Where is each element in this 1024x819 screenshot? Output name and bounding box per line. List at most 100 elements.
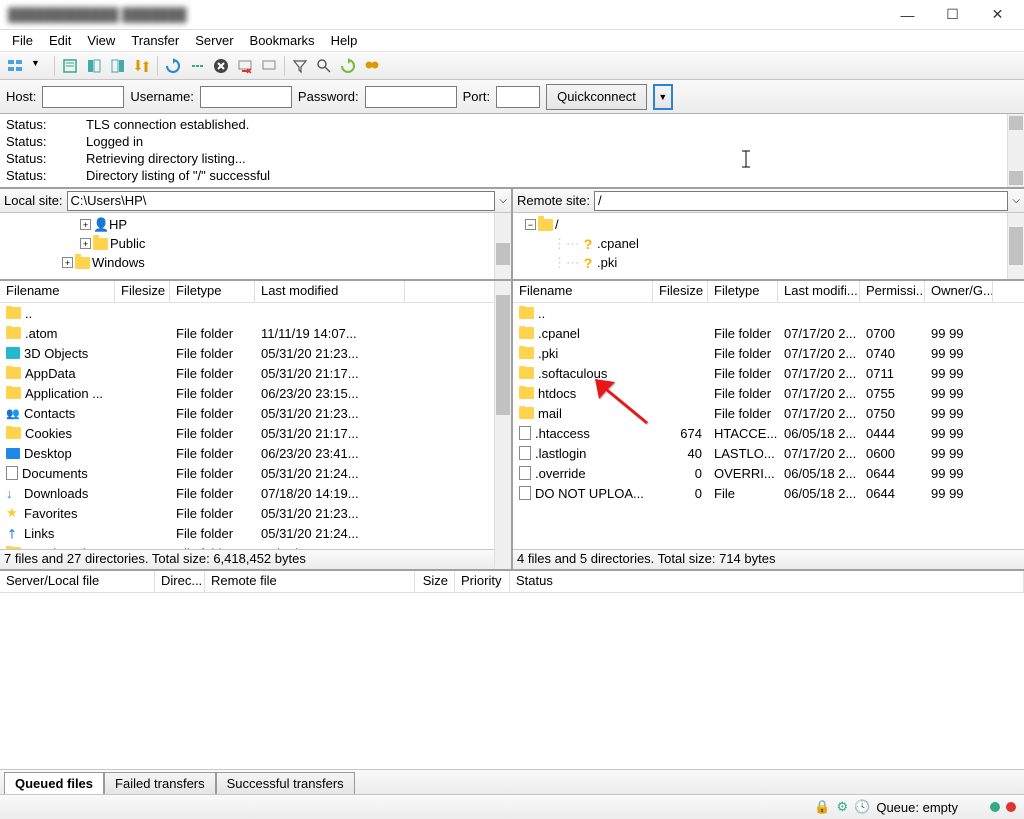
list-item[interactable]: .. [513, 303, 1024, 323]
list-item[interactable]: mailFile folder07/17/20 2...075099 99 [513, 403, 1024, 423]
find-icon[interactable] [361, 55, 383, 77]
queue-status: Queue: empty [876, 800, 958, 815]
toggle-queue-icon[interactable] [131, 55, 153, 77]
close-button[interactable]: ✕ [975, 1, 1020, 29]
log-line: Status:Directory listing of "/" successf… [6, 167, 1001, 184]
gear-icon[interactable]: ⚙ [837, 799, 849, 815]
port-input[interactable] [496, 86, 540, 108]
message-log: Status:TLS connection established.Status… [0, 114, 1024, 189]
local-status-line: 7 files and 27 directories. Total size: … [0, 549, 494, 569]
menu-bar: File Edit View Transfer Server Bookmarks… [0, 30, 1024, 52]
lock-icon[interactable]: 🔒 [814, 799, 830, 815]
local-path-input[interactable] [67, 191, 496, 211]
compare-icon[interactable] [337, 55, 359, 77]
log-line: Status:Retrieving directory listing... [6, 150, 1001, 167]
menu-file[interactable]: File [4, 31, 41, 50]
search-icon[interactable] [313, 55, 335, 77]
list-item[interactable]: ↗LinksFile folder05/31/20 21:24... [0, 523, 494, 543]
cancel-icon[interactable] [210, 55, 232, 77]
local-pane: Local site: ⌵ + 👤 HP+ Public+ Windows Fi… [0, 189, 513, 569]
toolbar: ▼ [0, 52, 1024, 80]
tree-item[interactable]: + 👤 HP [2, 215, 494, 234]
local-site-label: Local site: [4, 193, 63, 208]
password-input[interactable] [365, 86, 457, 108]
title-bar: ████████████ ███████ — ☐ ✕ [0, 0, 1024, 30]
tab-successful-transfers[interactable]: Successful transfers [216, 772, 355, 794]
password-label: Password: [298, 89, 359, 104]
list-item[interactable]: DO NOT UPLOA...0File06/05/18 2...064499 … [513, 483, 1024, 503]
username-label: Username: [130, 89, 194, 104]
maximize-button[interactable]: ☐ [930, 1, 975, 29]
minimize-button[interactable]: — [885, 1, 930, 29]
process-queue-icon[interactable] [186, 55, 208, 77]
list-item[interactable]: CookiesFile folder05/31/20 21:17... [0, 423, 494, 443]
toggle-remote-tree-icon[interactable] [107, 55, 129, 77]
list-item[interactable]: .softaculousFile folder07/17/20 2...0711… [513, 363, 1024, 383]
username-input[interactable] [200, 86, 292, 108]
remote-pane: Remote site: ⌵ − /⋮⋯ ? .cpanel⋮⋯ ? .pki … [513, 189, 1024, 569]
toggle-local-tree-icon[interactable] [83, 55, 105, 77]
local-tree[interactable]: + 👤 HP+ Public+ Windows [0, 213, 511, 281]
list-item[interactable]: htdocsFile folder07/17/20 2...075599 99 [513, 383, 1024, 403]
clock-icon[interactable]: 🕓 [854, 799, 870, 815]
dropdown-icon[interactable]: ▼ [28, 55, 50, 77]
tree-item[interactable]: + Public [2, 234, 494, 253]
menu-help[interactable]: Help [323, 31, 366, 50]
menu-view[interactable]: View [79, 31, 123, 50]
tree-item[interactable]: + Windows [2, 253, 494, 272]
disconnect-icon[interactable] [234, 55, 256, 77]
list-item[interactable]: 3D ObjectsFile folder05/31/20 21:23... [0, 343, 494, 363]
log-scrollbar[interactable] [1007, 114, 1024, 187]
list-item[interactable]: AppDataFile folder05/31/20 21:17... [0, 363, 494, 383]
list-item[interactable]: Application ...File folder06/23/20 23:15… [0, 383, 494, 403]
local-list-scrollbar[interactable] [494, 281, 511, 569]
list-item[interactable]: .pkiFile folder07/17/20 2...074099 99 [513, 343, 1024, 363]
quickconnect-bar: Host: Username: Password: Port: Quickcon… [0, 80, 1024, 114]
remote-list-header[interactable]: Filename Filesize Filetype Last modifi..… [513, 281, 1024, 303]
list-item[interactable]: ★FavoritesFile folder05/31/20 21:23... [0, 503, 494, 523]
menu-server[interactable]: Server [187, 31, 241, 50]
tree-item[interactable]: ⋮⋯ ? .cpanel [515, 234, 1007, 253]
remote-site-label: Remote site: [517, 193, 590, 208]
quickconnect-button[interactable]: Quickconnect [546, 84, 647, 110]
local-file-list[interactable]: ...atomFile folder11/11/19 14:07...3D Ob… [0, 303, 494, 549]
remote-tree-scrollbar[interactable] [1007, 213, 1024, 279]
remote-path-dropdown-icon[interactable]: ⌵ [1012, 195, 1020, 206]
reconnect-icon[interactable] [258, 55, 280, 77]
tab-failed-transfers[interactable]: Failed transfers [104, 772, 216, 794]
host-label: Host: [6, 89, 36, 104]
site-manager-icon[interactable] [4, 55, 26, 77]
remote-tree[interactable]: − /⋮⋯ ? .cpanel⋮⋯ ? .pki [513, 213, 1024, 281]
list-item[interactable]: .. [0, 303, 494, 323]
list-item[interactable]: DesktopFile folder06/23/20 23:41... [0, 443, 494, 463]
port-label: Port: [463, 89, 490, 104]
tree-item[interactable]: − / [515, 215, 1007, 234]
menu-bookmarks[interactable]: Bookmarks [242, 31, 323, 50]
list-item[interactable]: ↓DownloadsFile folder07/18/20 14:19... [0, 483, 494, 503]
list-item[interactable]: .atomFile folder11/11/19 14:07... [0, 323, 494, 343]
quickconnect-dropdown[interactable]: ▼ [653, 84, 673, 110]
tree-item[interactable]: ⋮⋯ ? .pki [515, 253, 1007, 272]
text-cursor-icon [740, 149, 752, 169]
local-list-header[interactable]: Filename Filesize Filetype Last modified [0, 281, 494, 303]
list-item[interactable]: .lastlogin40LASTLO...07/17/20 2...060099… [513, 443, 1024, 463]
list-item[interactable]: .htaccess674HTACCE...06/05/18 2...044499… [513, 423, 1024, 443]
log-line: Status:Logged in [6, 133, 1001, 150]
list-item[interactable]: .override0OVERRI...06/05/18 2...064499 9… [513, 463, 1024, 483]
toggle-log-icon[interactable] [59, 55, 81, 77]
list-item[interactable]: DocumentsFile folder05/31/20 21:24... [0, 463, 494, 483]
remote-path-input[interactable] [594, 191, 1008, 211]
remote-status-line: 4 files and 5 directories. Total size: 7… [513, 549, 1024, 569]
host-input[interactable] [42, 86, 124, 108]
remote-file-list[interactable]: ...cpanelFile folder07/17/20 2...070099 … [513, 303, 1024, 549]
local-tree-scrollbar[interactable] [494, 213, 511, 279]
filter-icon[interactable] [289, 55, 311, 77]
menu-edit[interactable]: Edit [41, 31, 79, 50]
refresh-icon[interactable] [162, 55, 184, 77]
tab-queued-files[interactable]: Queued files [4, 772, 104, 794]
local-path-dropdown-icon[interactable]: ⌵ [499, 195, 507, 206]
menu-transfer[interactable]: Transfer [123, 31, 187, 50]
status-led-red-icon [1006, 802, 1016, 812]
list-item[interactable]: .cpanelFile folder07/17/20 2...070099 99 [513, 323, 1024, 343]
list-item[interactable]: 👥ContactsFile folder05/31/20 21:23... [0, 403, 494, 423]
